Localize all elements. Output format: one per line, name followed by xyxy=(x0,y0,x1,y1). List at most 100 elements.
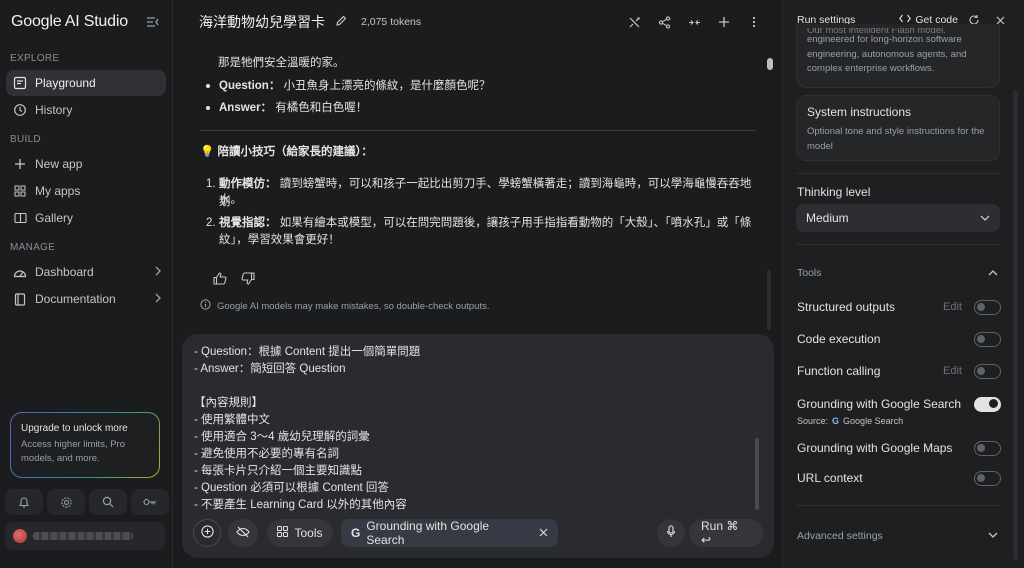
answer-line: Answer： 有橘色和白色喔！ xyxy=(219,99,367,117)
prompt-line: - 每張卡片只介紹一個主要知識點 xyxy=(194,465,363,477)
advanced-settings-header[interactable]: Advanced settings xyxy=(797,530,1001,542)
page-title[interactable]: 海洋動物幼兒學習卡 xyxy=(199,12,325,32)
response-text-partial: 那是牠們安全溫暖的家。 xyxy=(218,57,345,69)
disclaimer: Google AI models may make mistakes, so d… xyxy=(200,299,489,313)
sidebar-item-label: Playground xyxy=(35,76,96,90)
prompt-line: - 避免使用不必要的專有名詞 xyxy=(194,448,340,460)
code-execution-toggle[interactable] xyxy=(974,331,1001,347)
sidebar-item-new-app[interactable]: New app xyxy=(6,151,166,177)
model-card[interactable]: Our most intelligent Flash model, engine… xyxy=(796,24,1000,88)
sidebar-item-dashboard[interactable]: Dashboard xyxy=(6,259,166,285)
main-panel: 海洋動物幼兒學習卡 2,075 tokens 那是牠們安全溫暖的家。 Quest… xyxy=(173,0,782,568)
edit-link[interactable]: Edit xyxy=(943,301,962,313)
compress-icon[interactable] xyxy=(681,9,707,35)
prompt-line: - Answer：簡短回答 Question xyxy=(194,363,346,375)
model-description-line: engineering, autonomous agents, and xyxy=(807,48,967,60)
chat-scrollbar-track[interactable] xyxy=(767,270,771,330)
edit-link[interactable]: Edit xyxy=(943,365,962,377)
token-count: 2,075 tokens xyxy=(361,16,422,28)
answer-text: 有橘色和白色喔！ xyxy=(275,102,368,114)
eye-off-icon xyxy=(236,526,250,541)
run-label: Run ⌘ ↩ xyxy=(701,519,739,547)
sidebar-item-documentation[interactable]: Documentation xyxy=(6,286,166,312)
source-value[interactable]: Google Search xyxy=(843,416,903,426)
tip-2-label: 視覺指認： xyxy=(219,217,277,229)
tool-url-context: URL context xyxy=(797,468,1001,488)
system-instructions-card[interactable]: System instructions Optional tone and st… xyxy=(796,95,1000,161)
more-options-icon[interactable] xyxy=(741,9,767,35)
prompt-line: - 使用適合 3～4 歲幼兒理解的詞彙 xyxy=(194,431,370,443)
account-switcher[interactable] xyxy=(5,522,165,550)
thumbs-down-icon[interactable] xyxy=(241,272,255,288)
share-icon[interactable] xyxy=(651,9,677,35)
tool-label: Function calling xyxy=(797,364,881,378)
plus-circle-icon xyxy=(200,525,214,541)
sidebar-item-label: Gallery xyxy=(35,211,74,225)
run-button[interactable]: Run ⌘ ↩ xyxy=(689,519,763,547)
thumbs-up-icon[interactable] xyxy=(213,272,227,288)
compare-tools-icon[interactable] xyxy=(621,9,647,35)
system-instructions-title: System instructions xyxy=(807,105,912,119)
tool-label: URL context xyxy=(797,471,863,485)
chevron-right-icon xyxy=(154,265,162,279)
chevron-down-icon xyxy=(988,530,998,542)
upgrade-card[interactable]: Upgrade to unlock more Access higher lim… xyxy=(10,412,160,478)
book-icon xyxy=(12,291,28,307)
tools-section-header[interactable]: Tools xyxy=(797,267,1001,279)
add-media-button[interactable] xyxy=(193,519,221,547)
source-label: Source: xyxy=(797,416,829,426)
chat-scrollbar-thumb[interactable] xyxy=(767,58,773,70)
section-explore: EXPLORE xyxy=(10,53,60,64)
divider xyxy=(796,244,1000,245)
prompt-line: - 不要產生 Learning Card 以外的其他內容 xyxy=(194,499,407,511)
model-description-line: engineered for long-horizon software xyxy=(807,34,962,45)
edit-title-pencil-icon[interactable] xyxy=(335,15,347,30)
app-logo: Google AI Studio xyxy=(11,13,128,30)
settings-scrollbar[interactable] xyxy=(1013,90,1018,560)
upgrade-description: Access higher limits, Pro models, and mo… xyxy=(21,439,126,464)
settings-gear-icon[interactable] xyxy=(47,489,85,515)
tools-button[interactable]: Tools xyxy=(267,519,333,547)
sidebar-item-history[interactable]: History xyxy=(6,97,166,123)
grounding-maps-toggle[interactable] xyxy=(974,440,1001,456)
toggle-visibility-button[interactable] xyxy=(228,519,258,547)
model-description-line: complex enterprise workflows. xyxy=(807,63,935,74)
structured-outputs-toggle[interactable] xyxy=(974,299,1001,315)
divider xyxy=(796,173,1000,174)
grounding-source: Source: G Google Search xyxy=(797,416,903,426)
tools-label: Tools xyxy=(294,526,323,540)
close-icon[interactable] xyxy=(539,526,548,540)
tip-2-text: 如果有繪本或模型，可以在問完問題後，讓孩子用手指指看動物的「大殼」、「噴水孔」或… xyxy=(279,217,752,229)
api-key-icon[interactable] xyxy=(131,489,169,515)
tool-label: Grounding with Google Maps xyxy=(797,441,953,455)
url-context-toggle[interactable] xyxy=(974,470,1001,486)
grounding-search-toggle[interactable] xyxy=(974,396,1001,412)
sidebar-item-my-apps[interactable]: My apps xyxy=(6,178,166,204)
microphone-button[interactable] xyxy=(657,519,685,547)
tip-2: 視覺指認： 如果有繪本或模型，可以在問完問題後，讓孩子用手指指看動物的「大殼」、… xyxy=(219,214,759,232)
google-g-icon: G xyxy=(832,416,840,426)
sidebar-item-gallery[interactable]: Gallery xyxy=(6,205,166,231)
tip-1: 動作模仿： 讀到螃蟹時，可以和孩子一起比出剪刀手、學螃蟹橫著走；讀到海龜時，可以… xyxy=(219,175,759,211)
prompt-line: - Question 必須可以根據 Content 回答 xyxy=(194,482,389,494)
new-chat-plus-icon[interactable] xyxy=(711,9,737,35)
tool-function-calling: Function calling Edit xyxy=(797,361,1001,381)
sidebar-item-label: My apps xyxy=(35,184,81,198)
avatar xyxy=(13,529,27,543)
tip-2-text-cont: 紋」，學習效果會更好！ xyxy=(219,234,340,246)
prompt-scrollbar[interactable] xyxy=(755,438,759,510)
notifications-icon[interactable] xyxy=(5,489,43,515)
collapse-sidebar-icon[interactable] xyxy=(146,16,160,28)
sidebar-item-playground[interactable]: Playground xyxy=(6,70,166,96)
thinking-level-select[interactable]: Medium xyxy=(796,204,1000,232)
account-name-redacted xyxy=(33,532,133,540)
tool-structured-outputs: Structured outputs Edit xyxy=(797,297,1001,317)
tip-number: 2. xyxy=(206,217,216,229)
tip-1-text-cont: 水。 xyxy=(219,194,242,206)
function-calling-toggle[interactable] xyxy=(974,363,1001,379)
tool-label: Structured outputs xyxy=(797,300,896,314)
grounding-search-chip[interactable]: G Grounding with Google Search xyxy=(341,519,558,547)
search-icon[interactable] xyxy=(89,489,127,515)
divider xyxy=(200,130,756,131)
tip-number: 1. xyxy=(206,178,216,190)
